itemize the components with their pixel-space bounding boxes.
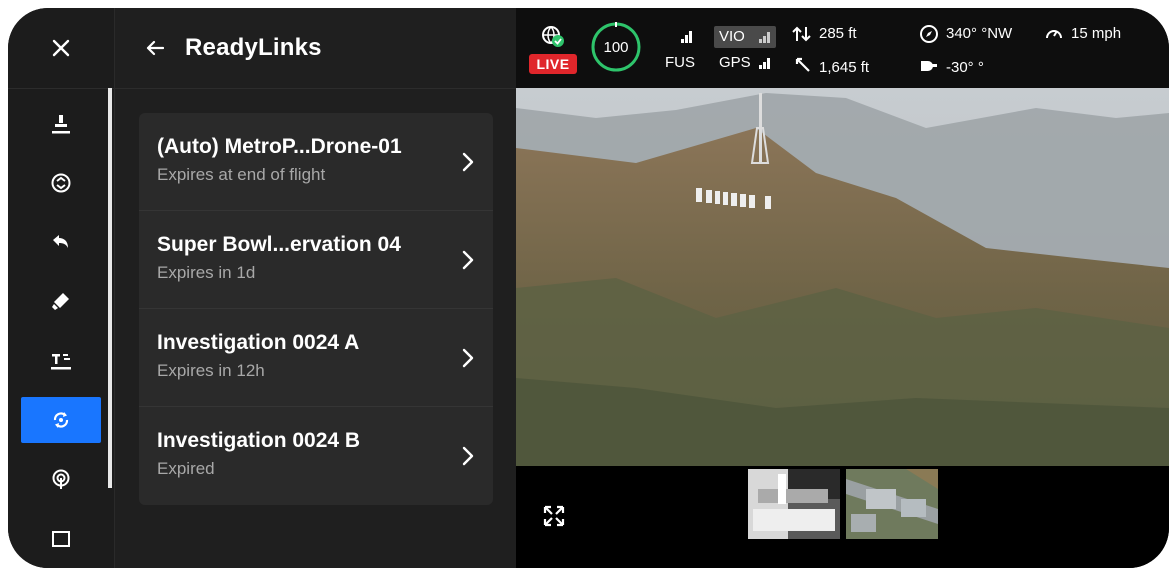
thermal-thumbnail[interactable] xyxy=(748,469,840,539)
fus-label: FUS xyxy=(665,54,695,71)
compass-icon xyxy=(920,25,938,43)
return-home-button[interactable] xyxy=(21,219,101,265)
gimbal-icon xyxy=(921,61,937,71)
spotlight-button[interactable] xyxy=(21,278,101,324)
altitude-icon xyxy=(792,26,811,42)
perch-button[interactable] xyxy=(21,338,101,384)
rail-scrollbar[interactable] xyxy=(108,88,112,488)
camera-view: LIVE 100 FUS VIO GPS 285 ft 1,645 ft 340… xyxy=(516,8,1169,568)
screen-icon xyxy=(52,531,70,547)
readylink-expiry: Expires at end of flight xyxy=(157,165,326,184)
readylinks-button[interactable] xyxy=(21,397,101,443)
distance-value: 1,645 ft xyxy=(819,59,870,76)
panel-title: ReadyLinks xyxy=(185,34,322,61)
readylink-title: Super Bowl...ervation 04 xyxy=(157,233,401,256)
readylink-title: (Auto) MetroP...Drone-01 xyxy=(157,135,402,158)
readylink-expiry: Expires in 1d xyxy=(157,263,256,282)
altitude-value: 285 ft xyxy=(819,25,857,42)
heading-value: 340° °NW xyxy=(946,25,1013,42)
distance-icon xyxy=(795,57,810,72)
telemetry-bar: LIVE 100 FUS VIO GPS 285 ft 1,645 ft 340… xyxy=(516,8,1169,88)
readylink-item[interactable]: (Auto) MetroP...Drone-01 Expires at end … xyxy=(139,113,493,211)
signal-bars-icon xyxy=(681,31,692,43)
gimbal-value: -30° ° xyxy=(946,59,984,76)
expand-icon[interactable] xyxy=(542,504,566,528)
camera-feed[interactable] xyxy=(516,88,1169,466)
spotlight-icon xyxy=(52,293,69,310)
readylink-expiry: Expires in 12h xyxy=(157,361,265,380)
readylink-item[interactable]: Super Bowl...ervation 04 Expires in 1d xyxy=(139,211,493,309)
map-thumbnail[interactable] xyxy=(846,469,938,539)
speed-icon xyxy=(1046,30,1062,39)
back-button[interactable] xyxy=(135,28,175,68)
close-button[interactable] xyxy=(41,28,81,68)
battery-level: 100 xyxy=(603,38,629,56)
readylinks-panel: ReadyLinks (Auto) MetroP...Drone-01 Expi… xyxy=(114,8,517,568)
chevron-right-icon xyxy=(462,152,474,172)
gps-label: GPS xyxy=(719,54,751,71)
media-bar xyxy=(516,466,1169,568)
signal-button[interactable] xyxy=(21,457,101,503)
satellite-image xyxy=(846,469,938,539)
close-icon xyxy=(52,39,70,57)
speed-value: 15 mph xyxy=(1071,25,1122,42)
readylinks-icon xyxy=(53,412,69,428)
gps-signal-icon xyxy=(759,58,770,69)
left-toolbar xyxy=(8,8,114,568)
rail-header xyxy=(8,8,114,89)
launch-icon xyxy=(52,115,70,134)
readylink-title: Investigation 0024 B xyxy=(157,429,361,452)
readylink-title: Investigation 0024 A xyxy=(157,331,360,354)
signal-icon xyxy=(52,469,70,489)
screen-button[interactable] xyxy=(21,516,101,562)
readylinks-list: (Auto) MetroP...Drone-01 Expires at end … xyxy=(139,113,493,505)
chevron-right-icon xyxy=(462,250,474,270)
land-icon xyxy=(51,173,71,193)
device-frame: ReadyLinks (Auto) MetroP...Drone-01 Expi… xyxy=(8,8,1169,568)
panel-header: ReadyLinks xyxy=(115,8,517,89)
thermal-image xyxy=(748,469,840,539)
chevron-right-icon xyxy=(462,348,474,368)
camera-image xyxy=(516,88,1169,466)
land-button[interactable] xyxy=(21,160,101,206)
back-arrow-icon xyxy=(146,40,164,56)
readylink-expiry: Expired xyxy=(157,459,215,478)
readylink-item[interactable]: Investigation 0024 B Expired xyxy=(139,407,493,505)
vio-signal-icon xyxy=(759,32,770,43)
vio-label: VIO xyxy=(719,28,745,45)
perch-icon xyxy=(51,354,71,370)
readylink-item[interactable]: Investigation 0024 A Expires in 12h xyxy=(139,309,493,407)
live-badge: LIVE xyxy=(529,54,577,74)
launch-button[interactable] xyxy=(21,101,101,147)
chevron-right-icon xyxy=(462,446,474,466)
globe-check-icon xyxy=(542,26,564,47)
return-home-icon xyxy=(53,235,68,248)
